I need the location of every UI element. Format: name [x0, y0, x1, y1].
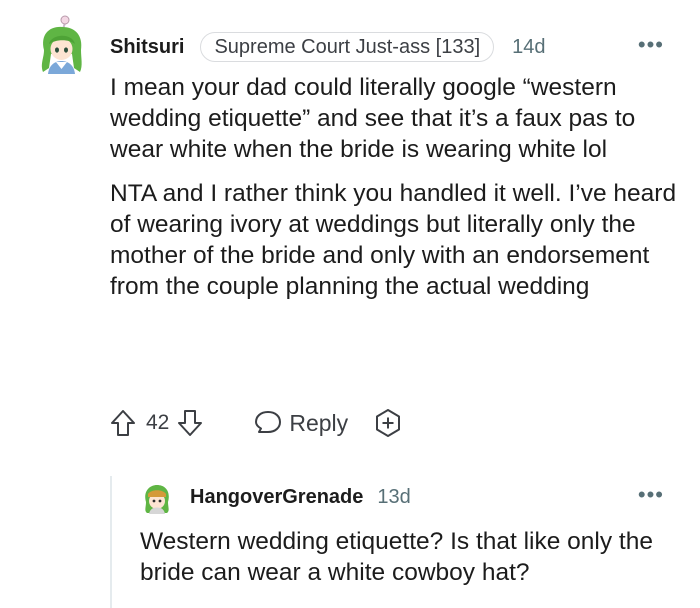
reply-label: Reply	[289, 409, 349, 436]
reply-bubble-icon	[255, 411, 282, 433]
award-icon[interactable]	[372, 407, 404, 439]
reply-button[interactable]: Reply	[253, 409, 348, 437]
comment-action-bar: 42 Reply	[110, 405, 404, 441]
comment-paragraph: NTA and I rather think you handled it we…	[110, 180, 677, 300]
comment-meta: Shitsuri Supreme Court Just-ass [133] 14…	[110, 32, 546, 62]
more-options-icon[interactable]: •••	[638, 34, 664, 56]
vote-score: 42	[146, 411, 170, 434]
thread-line[interactable]	[110, 476, 112, 608]
reply-more-options-icon[interactable]: •••	[638, 484, 664, 506]
username-link[interactable]: Shitsuri	[110, 36, 184, 59]
comment-body: I mean your dad could literally google “…	[110, 72, 690, 302]
reply-timestamp[interactable]: 13d	[377, 486, 410, 509]
user-avatar-icon[interactable]	[36, 14, 86, 80]
reply-meta: HangoverGrenade 13d	[190, 482, 411, 512]
reply-user-avatar-icon[interactable]	[140, 480, 174, 514]
upvote-icon[interactable]	[110, 409, 136, 437]
downvote-icon[interactable]	[177, 409, 203, 437]
reply-username-link[interactable]: HangoverGrenade	[190, 486, 363, 509]
comment-paragraph: I mean your dad could literally google “…	[110, 74, 636, 163]
comment-timestamp[interactable]: 14d	[512, 36, 545, 59]
user-flair-badge: Supreme Court Just-ass [133]	[200, 32, 495, 62]
reply-body: Western wedding etiquette? Is that like …	[140, 528, 653, 586]
